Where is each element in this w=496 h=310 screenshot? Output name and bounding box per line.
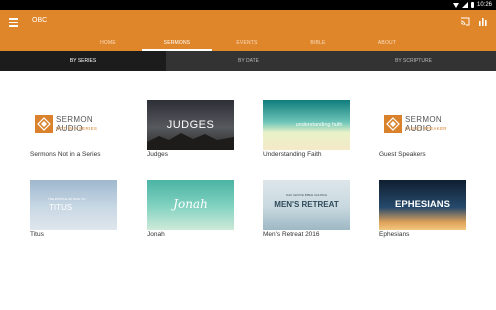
- tile-art-subtitle: THE EPISTLE OF PAUL TO: [48, 197, 86, 201]
- series-tile-judges[interactable]: JUDGES: [147, 100, 234, 150]
- tile-art-title: TITUS: [49, 203, 73, 212]
- sermon-audio-logo-icon: [384, 115, 402, 133]
- series-label[interactable]: Ephesians: [379, 231, 409, 238]
- status-time: 10:26: [476, 2, 492, 8]
- series-label[interactable]: Sermons Not in a Series: [30, 151, 100, 158]
- tab-bible[interactable]: BIBLE: [283, 36, 353, 51]
- battery-icon: [470, 2, 474, 8]
- series-tile-not-in-series[interactable]: SERMON AUDIO NOT IN A SERIES: [30, 100, 117, 150]
- tile-art-subtitle: NOT IN A SERIES: [56, 126, 98, 131]
- subtab-by-date[interactable]: BY DATE: [166, 51, 331, 71]
- series-label[interactable]: Titus: [30, 231, 44, 238]
- series-tile-mens-retreat[interactable]: OAK GROVE BIBLE CHURCH MEN'S RETREAT: [263, 180, 350, 230]
- mountain-silhouette: [147, 133, 234, 150]
- series-tile-guest-speakers[interactable]: SERMON AUDIO GUEST SPEAKER: [379, 100, 466, 150]
- tab-about[interactable]: ABOUT: [352, 36, 422, 51]
- status-bar: 10:26: [0, 0, 496, 10]
- tile-art-title: JUDGES: [166, 119, 215, 131]
- tab-home[interactable]: HOME: [73, 36, 143, 51]
- tile-art-title: MEN'S RETREAT: [274, 200, 339, 209]
- tile-art-subtitle: GUEST SPEAKER: [405, 126, 447, 131]
- bar-chart-icon[interactable]: [478, 17, 488, 26]
- wifi-icon: [452, 2, 459, 8]
- tab-events[interactable]: EVENTS: [212, 36, 282, 51]
- series-label[interactable]: Men's Retreat 2016: [263, 231, 320, 238]
- series-tile-ephesians[interactable]: EPHESIANS: [379, 180, 466, 230]
- sub-tabs: BY SERIES BY DATE BY SCRIPTURE: [0, 51, 496, 71]
- series-tile-titus[interactable]: THE EPISTLE OF PAUL TO TITUS: [30, 180, 117, 230]
- series-tile-jonah[interactable]: Jonah: [147, 180, 234, 230]
- tile-art-title: EPHESIANS: [395, 199, 450, 210]
- sermon-audio-logo-icon: [35, 115, 53, 133]
- series-label[interactable]: Guest Speakers: [379, 151, 426, 158]
- series-label[interactable]: Jonah: [147, 231, 165, 238]
- cast-icon[interactable]: [460, 17, 470, 26]
- tile-art-subtitle: OAK GROVE BIBLE CHURCH: [285, 193, 328, 197]
- menu-icon[interactable]: [9, 18, 19, 27]
- subtab-by-scripture[interactable]: BY SCRIPTURE: [331, 51, 496, 71]
- signal-icon: [461, 2, 468, 8]
- main-tabs: HOME SERMONS EVENTS BIBLE ABOUT: [0, 36, 496, 51]
- subtab-by-series[interactable]: BY SERIES: [0, 51, 166, 71]
- series-label[interactable]: Understanding Faith: [263, 151, 322, 158]
- app-title: OBC: [32, 17, 48, 24]
- tile-art-title: Jonah: [173, 197, 208, 211]
- status-icons: 10:26: [452, 1, 492, 9]
- tile-art-title: understanding faith: [295, 122, 343, 128]
- series-tile-understanding-faith[interactable]: understanding faith: [263, 100, 350, 150]
- series-label[interactable]: Judges: [147, 151, 168, 158]
